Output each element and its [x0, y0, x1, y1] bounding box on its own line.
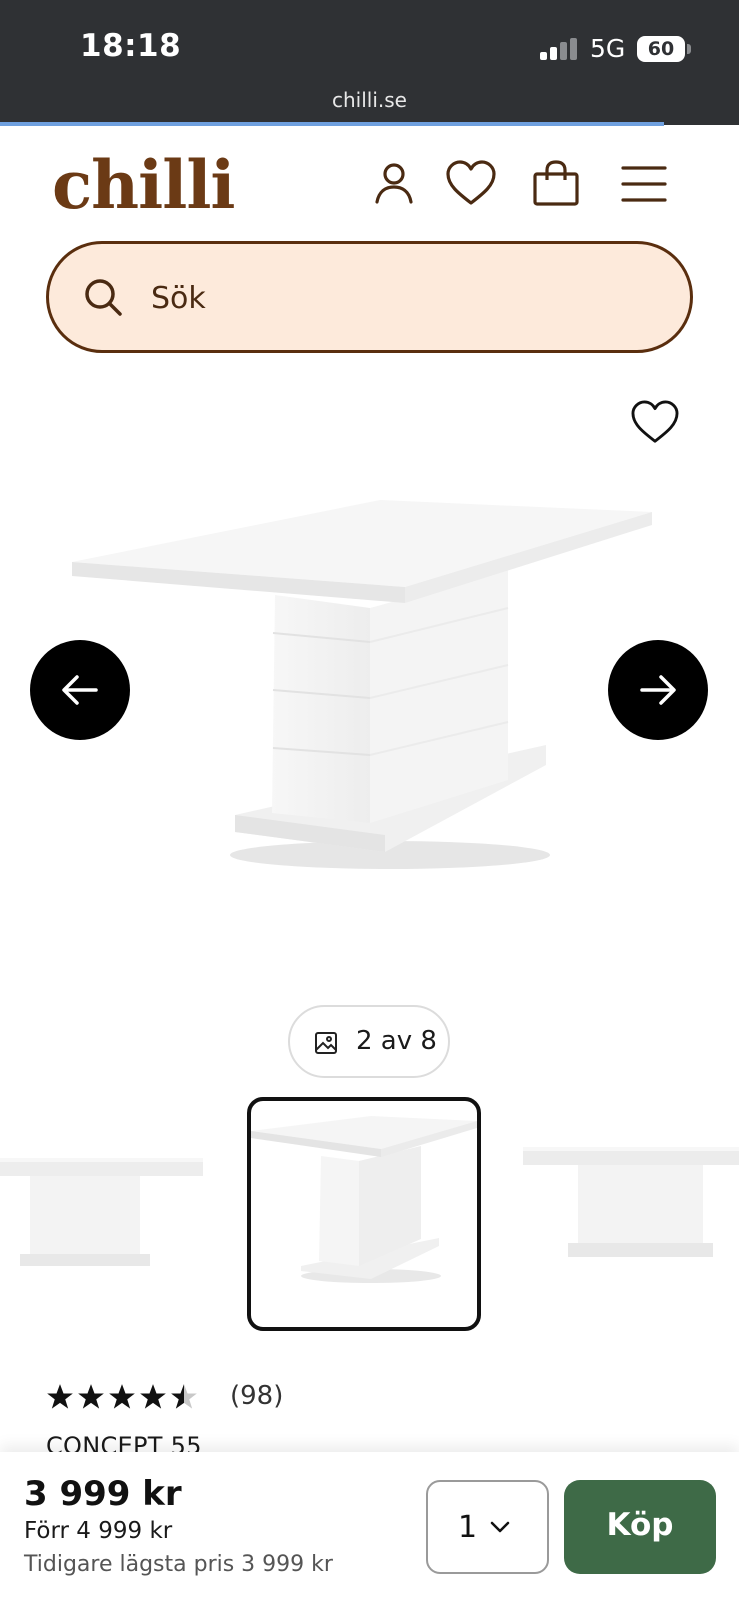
battery-level: 60	[647, 38, 675, 60]
star-icon	[140, 1384, 166, 1409]
battery-tip	[687, 44, 691, 54]
search-icon	[85, 279, 122, 316]
arrow-right-icon	[640, 675, 676, 705]
star-icon	[109, 1384, 135, 1409]
status-bar: 18:18 5G 60 chilli.se	[0, 0, 739, 126]
shopping-bag-icon[interactable]	[532, 160, 580, 208]
thumbnail-image[interactable]	[0, 1150, 205, 1280]
user-icon[interactable]	[370, 160, 418, 208]
previous-price: Förr 4 999 kr	[24, 1518, 173, 1544]
lowest-price-note: Tidigare lägsta pris 3 999 kr	[24, 1552, 333, 1577]
signal-icon	[540, 38, 578, 60]
search-input[interactable]: Sök	[151, 281, 206, 316]
star-half-icon	[171, 1384, 197, 1409]
buy-bar: 3 999 kr Förr 4 999 kr Tidigare lägsta p…	[0, 1452, 739, 1600]
status-time: 18:18	[80, 28, 182, 64]
previous-image-button[interactable]	[30, 640, 130, 740]
heart-icon[interactable]	[445, 160, 497, 208]
quantity-select[interactable]: 1	[426, 1480, 549, 1574]
network-type: 5G	[590, 34, 626, 63]
review-count[interactable]: (98)	[230, 1381, 283, 1411]
chevron-down-icon	[490, 1521, 510, 1533]
address-bar-url[interactable]: chilli.se	[0, 88, 739, 112]
chilli-logo[interactable]: chilli	[52, 150, 235, 220]
star-icon	[47, 1384, 73, 1409]
thumbnail-selected[interactable]	[247, 1097, 481, 1331]
arrow-left-icon	[62, 675, 98, 705]
thumbnail-image	[251, 1116, 477, 1283]
rating-stars[interactable]	[46, 1383, 198, 1413]
thumbnail-image[interactable]	[523, 1145, 739, 1275]
product-image[interactable]	[60, 490, 680, 890]
image-counter[interactable]: 2 av 8	[288, 1005, 450, 1078]
current-price: 3 999 kr	[24, 1474, 182, 1514]
battery-icon: 60	[637, 36, 685, 62]
buy-button[interactable]: Köp	[564, 1480, 716, 1574]
heart-icon	[631, 400, 679, 443]
search-bar[interactable]: Sök	[46, 241, 693, 353]
star-icon	[78, 1384, 104, 1409]
image-icon	[315, 1032, 337, 1054]
page-load-progress	[0, 122, 664, 126]
buy-button-label: Köp	[606, 1507, 674, 1543]
image-counter-text: 2 av 8	[356, 1026, 437, 1056]
menu-icon[interactable]	[620, 160, 668, 208]
quantity-value: 1	[458, 1510, 478, 1545]
add-to-wishlist-button[interactable]	[630, 400, 680, 446]
next-image-button[interactable]	[608, 640, 708, 740]
